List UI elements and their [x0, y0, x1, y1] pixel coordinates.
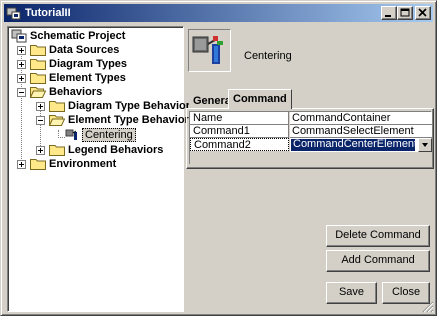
property-value[interactable]: CommandSelectElement [290, 125, 432, 138]
window-title: TutorialII [25, 7, 71, 19]
tree-node-label: Behaviors [49, 86, 103, 98]
behavior-icon [65, 128, 81, 141]
tree-node-data-sources[interactable]: Data Sources [17, 43, 177, 57]
property-row[interactable]: Command1 CommandSelectElement [190, 125, 432, 138]
close-window-button[interactable] [415, 6, 431, 20]
property-name: Command1 [190, 125, 289, 138]
folder-icon [30, 71, 46, 84]
tree-node-label: Environment [49, 158, 117, 170]
app-icon [6, 5, 22, 21]
tree-node-label: Legend Behaviors [68, 144, 164, 156]
behavior-large-icon [188, 29, 231, 72]
tree-connector [58, 137, 65, 138]
tree-node-label: Element Type Behaviors [68, 114, 195, 126]
tree-node-label: Element Types [49, 72, 126, 84]
expand-icon[interactable] [17, 46, 26, 55]
resize-grip-icon[interactable] [422, 301, 434, 313]
dropdown-button[interactable] [418, 138, 432, 152]
property-value[interactable]: CommandContainer [290, 112, 432, 125]
folder-icon [30, 43, 46, 56]
chevron-down-icon [422, 143, 428, 147]
tree-node-label: Diagram Type Behaviors [68, 100, 197, 112]
project-icon [11, 29, 27, 43]
tree-node-label: Data Sources [49, 44, 120, 56]
expand-icon[interactable] [36, 146, 45, 155]
tab-command[interactable]: Command [228, 89, 292, 109]
collapse-icon[interactable] [36, 116, 45, 125]
combo-selected-value: CommandCenterElement [291, 138, 418, 151]
add-command-button[interactable]: Add Command [326, 250, 430, 272]
tree-node-label: Schematic Project [30, 30, 126, 42]
folder-icon [30, 157, 46, 170]
tree-node-label: Centering [82, 128, 136, 142]
tree-node-element-type-behaviors[interactable]: Element Type Behaviors [36, 113, 195, 127]
folder-icon [49, 99, 65, 112]
tutorial-window: TutorialII Schematic Project Data Source… [0, 0, 437, 316]
tree-node-label: Diagram Types [49, 58, 128, 70]
tree-node-behaviors[interactable]: Behaviors [17, 85, 177, 99]
tree-node-diagram-types[interactable]: Diagram Types [17, 57, 177, 71]
expand-icon[interactable] [17, 60, 26, 69]
open-folder-icon [48, 113, 66, 126]
collapse-icon[interactable] [17, 88, 26, 97]
command2-select[interactable]: CommandCenterElement [290, 138, 432, 152]
tree-node-environment[interactable]: Environment [17, 157, 177, 171]
open-folder-icon [29, 85, 47, 98]
tree-node-diagram-type-behaviors[interactable]: Diagram Type Behaviors [36, 99, 196, 113]
property-grid: Name CommandContainer Command1 CommandSe… [189, 111, 432, 164]
delete-command-button[interactable]: Delete Command [326, 225, 430, 247]
title-bar[interactable]: TutorialII [4, 4, 433, 22]
property-name: Name [190, 112, 289, 125]
tree-node-element-types[interactable]: Element Types [17, 71, 177, 85]
expand-icon[interactable] [17, 160, 26, 169]
command-tab-panel: Name CommandContainer Command1 CommandSe… [186, 108, 434, 169]
expand-icon[interactable] [36, 102, 45, 111]
folder-icon [30, 57, 46, 70]
behavior-heading: Centering [244, 50, 292, 62]
minimize-button[interactable] [381, 6, 397, 20]
project-tree[interactable]: Schematic Project Data Sources Diagram T… [7, 26, 196, 312]
save-button[interactable]: Save [326, 282, 377, 304]
tree-node-legend-behaviors[interactable]: Legend Behaviors [36, 143, 184, 157]
tree-node-centering[interactable]: Centering [65, 128, 145, 142]
maximize-button[interactable] [397, 6, 413, 20]
property-row[interactable]: Command2 CommandCenterElement [190, 138, 432, 152]
property-row[interactable]: Name CommandContainer [190, 112, 432, 125]
property-name: Command2 [190, 138, 289, 151]
expand-icon[interactable] [17, 74, 26, 83]
folder-icon [49, 143, 65, 156]
